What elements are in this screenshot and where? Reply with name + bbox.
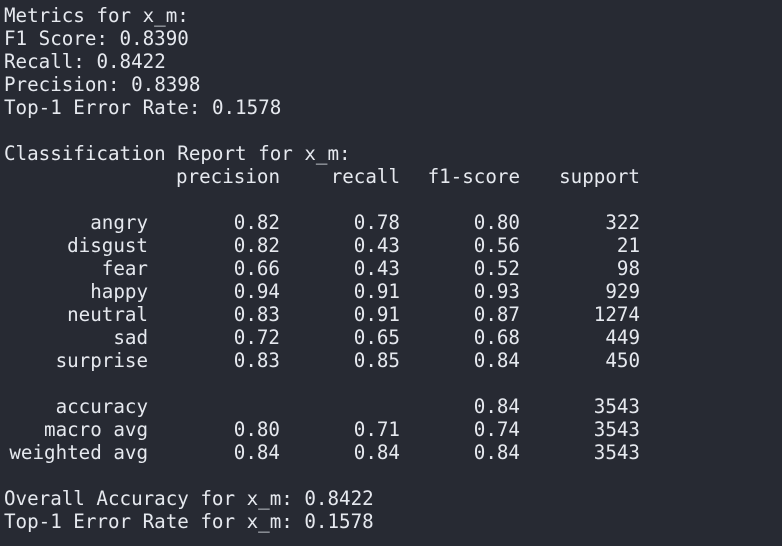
cell-support: 449 (605, 326, 640, 349)
cell-support: 98 (616, 257, 640, 280)
cell-recall: 0.91 (353, 303, 400, 326)
cell-support: 322 (605, 211, 640, 234)
row-label: surprise (55, 349, 148, 372)
metric-precision: Precision: 0.8398 (4, 73, 782, 96)
overall-error-rate: Top-1 Error Rate for x_m: 0.1578 (4, 510, 782, 533)
cell-support: 21 (616, 234, 640, 257)
cell-f1-score: 0.84 (473, 349, 520, 372)
metric-top1-error: Top-1 Error Rate: 0.1578 (4, 96, 782, 119)
overall-accuracy-value: 0.8422 (304, 487, 374, 510)
report-class-row: surprise 0.83 0.85 0.84 450 (4, 349, 782, 372)
cell-precision: 0.72 (233, 326, 280, 349)
cell-f1-score: 0.87 (473, 303, 520, 326)
cell-precision: 0.83 (233, 349, 280, 372)
report-summary-row: accuracy 0.84 3543 (4, 395, 782, 418)
cell-recall: 0.65 (353, 326, 400, 349)
overall-accuracy: Overall Accuracy for x_m: 0.8422 (4, 487, 782, 510)
cell-precision: 0.94 (233, 280, 280, 303)
row-label: neutral (67, 303, 148, 326)
row-label: disgust (67, 234, 148, 257)
metric-value: 0.1578 (211, 96, 282, 119)
cell-precision: 0.80 (233, 418, 280, 441)
row-label: weighted avg (9, 441, 148, 464)
cell-f1-score: 0.74 (473, 418, 520, 441)
metric-f1: F1 Score: 0.8390 (4, 27, 782, 50)
class-rows: angry 0.82 0.78 0.80 322 disgust 0.82 0.43 0.56 2… (4, 211, 782, 372)
cell-precision: 0.66 (233, 257, 280, 280)
cell-support: 3543 (593, 395, 640, 418)
summary-rows: accuracy 0.84 3543 macro avg 0.80 0.71 0.74 354… (4, 395, 782, 464)
cell-recall: 0.43 (353, 257, 400, 280)
metric-label: F1 Score: (4, 27, 108, 50)
report-class-row: neutral 0.83 0.91 0.87 1274 (4, 303, 782, 326)
cell-precision: 0.82 (233, 211, 280, 234)
terminal-output: Metrics for x_m: F1 Score: 0.8390 Recall… (0, 0, 782, 546)
metric-value: 0.8398 (131, 73, 201, 96)
column-header-f1-score: f1-score (427, 165, 520, 188)
metric-value: 0.8390 (119, 27, 189, 50)
cell-precision: 0.82 (233, 234, 280, 257)
metric-label: Recall: (4, 50, 85, 73)
cell-recall: 0.43 (353, 234, 400, 257)
metric-label: Precision: (4, 73, 120, 96)
cell-f1-score: 0.68 (473, 326, 520, 349)
metrics-heading: Metrics for x_m: (4, 4, 189, 27)
cell-f1-score: 0.84 (473, 441, 520, 464)
cell-support: 450 (605, 349, 640, 372)
row-label: happy (90, 280, 148, 303)
cell-support: 1274 (593, 303, 640, 326)
row-label: angry (90, 211, 148, 234)
cell-precision: 0.83 (233, 303, 280, 326)
report-class-row: fear 0.66 0.43 0.52 98 (4, 257, 782, 280)
cell-recall: 0.91 (353, 280, 400, 303)
cell-f1-score: 0.84 (473, 395, 520, 418)
cell-support: 929 (605, 280, 640, 303)
row-label: accuracy (55, 395, 148, 418)
cell-recall: 0.78 (353, 211, 400, 234)
overall-accuracy-label: Overall Accuracy for x_m: (4, 487, 293, 510)
overall-error-value: 0.1578 (304, 510, 374, 533)
row-label: macro avg (44, 418, 148, 441)
cell-recall: 0.85 (353, 349, 400, 372)
row-label: fear (101, 257, 148, 280)
cell-recall: 0.84 (353, 441, 400, 464)
report-class-row: sad 0.72 0.65 0.68 449 (4, 326, 782, 349)
cell-f1-score: 0.80 (473, 211, 520, 234)
report-class-row: angry 0.82 0.78 0.80 322 (4, 211, 782, 234)
row-label: sad (113, 326, 148, 349)
report-summary-row: weighted avg 0.84 0.84 0.84 3543 (4, 441, 782, 464)
report-header-row: precision recall f1-score support (4, 165, 782, 188)
cell-f1-score: 0.56 (473, 234, 520, 257)
cell-precision: 0.84 (233, 441, 280, 464)
metric-value: 0.8422 (96, 50, 166, 73)
report-class-row: happy 0.94 0.91 0.93 929 (4, 280, 782, 303)
report-heading: Classification Report for x_m: (4, 142, 351, 165)
cell-support: 3543 (593, 418, 640, 441)
cell-f1-score: 0.52 (473, 257, 520, 280)
report-summary-row: macro avg 0.80 0.71 0.74 3543 (4, 418, 782, 441)
overall-error-label: Top-1 Error Rate for x_m: (4, 510, 293, 533)
cell-support: 3543 (593, 441, 640, 464)
metric-label: Top-1 Error Rate: (4, 96, 201, 119)
metric-recall: Recall: 0.8422 (4, 50, 782, 73)
cell-f1-score: 0.93 (473, 280, 520, 303)
column-header-recall: recall (330, 165, 400, 188)
column-header-precision: precision (176, 165, 280, 188)
column-header-support: support (559, 165, 640, 188)
report-class-row: disgust 0.82 0.43 0.56 21 (4, 234, 782, 257)
cell-recall: 0.71 (353, 418, 400, 441)
